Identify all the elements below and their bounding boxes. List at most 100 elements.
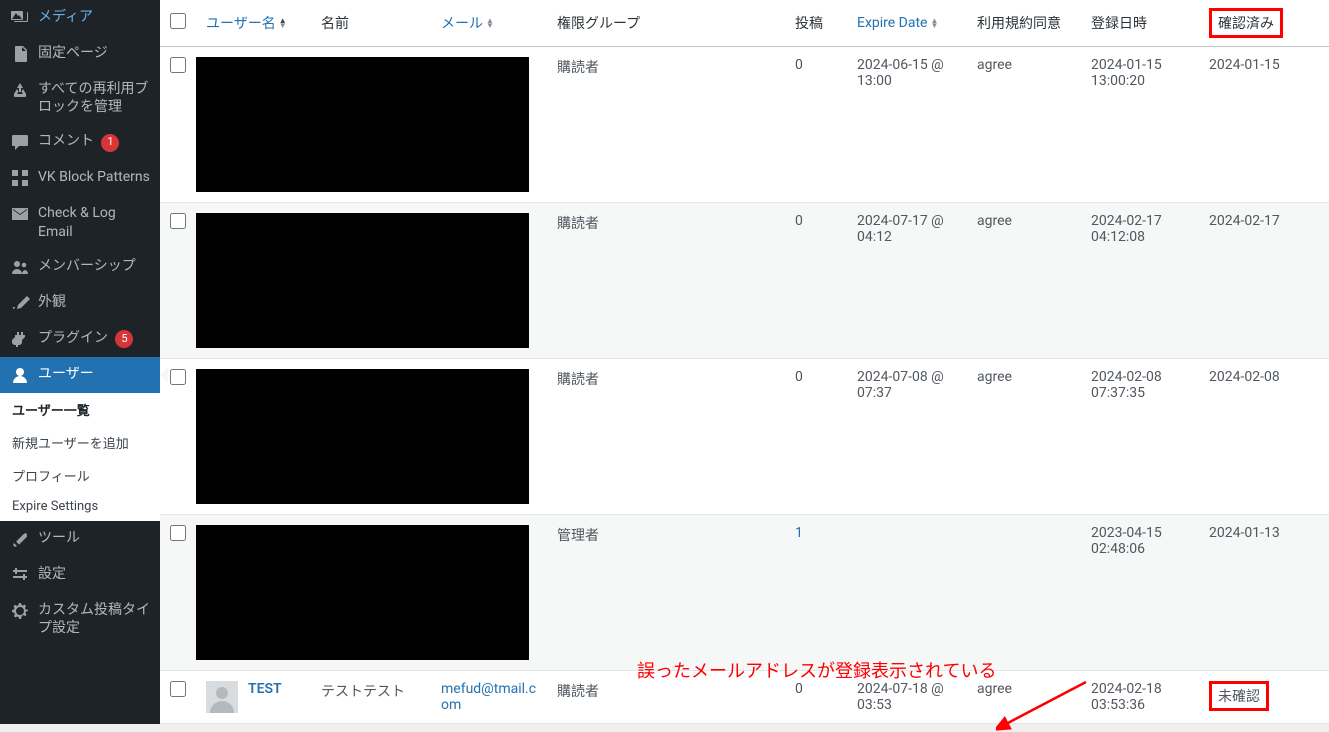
- menu-item-wrench[interactable]: ツール: [0, 521, 160, 557]
- cell-posts: 0: [785, 203, 847, 359]
- cell-registered: 2024-02-08 07:37:35: [1081, 359, 1199, 515]
- menu-item-page[interactable]: 固定ページ: [0, 36, 160, 72]
- select-all-checkbox[interactable]: [170, 13, 186, 29]
- cell-role: 購読者誤ったメールアドレスが登録表示されている: [547, 671, 785, 724]
- submenu-item[interactable]: 新規ユーザーを追加: [0, 426, 160, 459]
- menu-label: メンバーシップ: [38, 257, 136, 275]
- row-checkbox[interactable]: [170, 57, 186, 73]
- row-checkbox[interactable]: [170, 525, 186, 541]
- col-expire[interactable]: Expire Date▲▼: [857, 15, 938, 31]
- col-username[interactable]: ユーザー名▲▼: [206, 13, 287, 33]
- cell-name: テストテスト: [311, 671, 431, 724]
- menu-label: すべての再利用ブロックを管理: [38, 80, 152, 116]
- cell-registered: 2024-01-15 13:00:20: [1081, 47, 1199, 203]
- menu-item-plug[interactable]: プラグイン 5: [0, 321, 160, 357]
- col-email[interactable]: メール▲▼: [441, 13, 494, 33]
- redacted-block: [196, 525, 529, 660]
- admin-sidebar: メディア固定ページすべての再利用ブロックを管理コメント 1 VK Block Pa…: [0, 0, 160, 724]
- redacted-block: [196, 213, 529, 348]
- cell-agree: agree: [967, 203, 1081, 359]
- cell-expire: 2024-06-15 @ 13:00: [847, 47, 967, 203]
- cell-confirmed: 2024-02-17: [1199, 203, 1329, 359]
- cell-agree: [967, 515, 1081, 671]
- menu-item-mail[interactable]: Check & Log Email: [0, 196, 160, 248]
- menu-item-sliders[interactable]: 設定: [0, 557, 160, 593]
- menu-label: カスタム投稿タイプ設定: [38, 601, 152, 637]
- gear-icon: [10, 601, 30, 621]
- cell-confirmed: 2024-01-13: [1199, 515, 1329, 671]
- col-confirmed[interactable]: 確認済み: [1199, 0, 1329, 47]
- user-icon: [10, 365, 30, 385]
- menu-label: メディア: [38, 8, 93, 26]
- cell-agree: agree: [967, 359, 1081, 515]
- cell-confirmed: 2024-01-15: [1199, 47, 1329, 203]
- table-row: 購読者02024-06-15 @ 13:00agree2024-01-15 13…: [160, 47, 1329, 203]
- menu-label: Check & Log Email: [38, 204, 152, 240]
- cell-registered: 2024-02-17 04:12:08: [1081, 203, 1199, 359]
- col-registered[interactable]: 登録日時: [1081, 0, 1199, 47]
- menu-item-gear[interactable]: カスタム投稿タイプ設定: [0, 593, 160, 645]
- menu-label: VK Block Patterns: [38, 168, 150, 186]
- col-role[interactable]: 権限グループ: [547, 0, 785, 47]
- menu-item-grid[interactable]: VK Block Patterns: [0, 160, 160, 196]
- cell-confirmed: 2024-02-08: [1199, 359, 1329, 515]
- users-icon: [10, 257, 30, 277]
- row-checkbox[interactable]: [170, 213, 186, 229]
- badge: 5: [115, 330, 133, 348]
- table-row: 購読者02024-07-08 @ 07:37agree2024-02-08 07…: [160, 359, 1329, 515]
- comment-icon: [10, 132, 30, 152]
- sliders-icon: [10, 565, 30, 585]
- cell-posts: 0: [785, 359, 847, 515]
- table-row: TEST テストテスト mefud@tmail.com 購読者誤ったメールアドレスが登…: [160, 671, 1329, 724]
- table-row: 購読者02024-07-17 @ 04:12agree2024-02-17 04…: [160, 203, 1329, 359]
- redacted-block: [196, 369, 529, 504]
- mail-icon: [10, 204, 30, 224]
- recycle-icon: [10, 80, 30, 100]
- cell-posts[interactable]: 1: [785, 515, 847, 671]
- row-checkbox[interactable]: [170, 369, 186, 385]
- annotation-arrow: [996, 677, 1091, 732]
- menu-label: ユーザー: [38, 365, 94, 383]
- col-name[interactable]: 名前: [311, 0, 431, 47]
- menu-item-brush[interactable]: 外観: [0, 285, 160, 321]
- brush-icon: [10, 293, 30, 313]
- menu-label: 固定ページ: [38, 44, 108, 62]
- annotation-text: 誤ったメールアドレスが登録表示されている: [637, 657, 996, 683]
- cell-expire: 2024-07-08 @ 07:37: [847, 359, 967, 515]
- submenu-item[interactable]: ユーザー一覧: [0, 393, 160, 426]
- cell-role: 購読者: [547, 203, 785, 359]
- submenu-item[interactable]: プロフィール: [0, 459, 160, 492]
- users-table: ユーザー名▲▼ 名前 メール▲▼ 権限グループ 投稿 Expire Date▲▼…: [160, 0, 1329, 724]
- menu-label: コメント 1: [38, 132, 119, 151]
- username-link[interactable]: TEST: [248, 681, 282, 697]
- cell-confirmed: 未確認: [1199, 671, 1329, 724]
- cell-role: 管理者: [547, 515, 785, 671]
- main-content: ユーザー名▲▼ 名前 メール▲▼ 権限グループ 投稿 Expire Date▲▼…: [160, 0, 1329, 724]
- row-checkbox[interactable]: [170, 681, 186, 697]
- cell-registered: 2024-02-18 03:53:36: [1081, 671, 1199, 724]
- menu-item-media[interactable]: メディア: [0, 0, 160, 36]
- menu-item-comment[interactable]: コメント 1: [0, 124, 160, 160]
- plug-icon: [10, 329, 30, 349]
- menu-item-users[interactable]: メンバーシップ: [0, 249, 160, 285]
- email-link[interactable]: mefud@tmail.com: [441, 681, 536, 713]
- media-icon: [10, 8, 30, 28]
- cell-role: 購読者: [547, 47, 785, 203]
- col-posts[interactable]: 投稿: [785, 0, 847, 47]
- page-icon: [10, 44, 30, 64]
- menu-label: プラグイン 5: [38, 329, 133, 348]
- menu-label: 設定: [38, 565, 66, 583]
- menu-item-user[interactable]: ユーザー: [0, 357, 160, 393]
- redacted-block: [196, 57, 529, 192]
- submenu-item[interactable]: Expire Settings: [0, 492, 160, 521]
- table-row: 管理者1 2023-04-15 02:48:062024-01-13: [160, 515, 1329, 671]
- menu-label: 外観: [38, 293, 66, 311]
- cell-expire: 2024-07-17 @ 04:12: [847, 203, 967, 359]
- col-agree[interactable]: 利用規約同意: [967, 0, 1081, 47]
- cell-role: 購読者: [547, 359, 785, 515]
- menu-item-recycle[interactable]: すべての再利用ブロックを管理: [0, 72, 160, 124]
- cell-expire: [847, 515, 967, 671]
- badge: 1: [101, 134, 119, 152]
- cell-registered: 2023-04-15 02:48:06: [1081, 515, 1199, 671]
- wrench-icon: [10, 529, 30, 549]
